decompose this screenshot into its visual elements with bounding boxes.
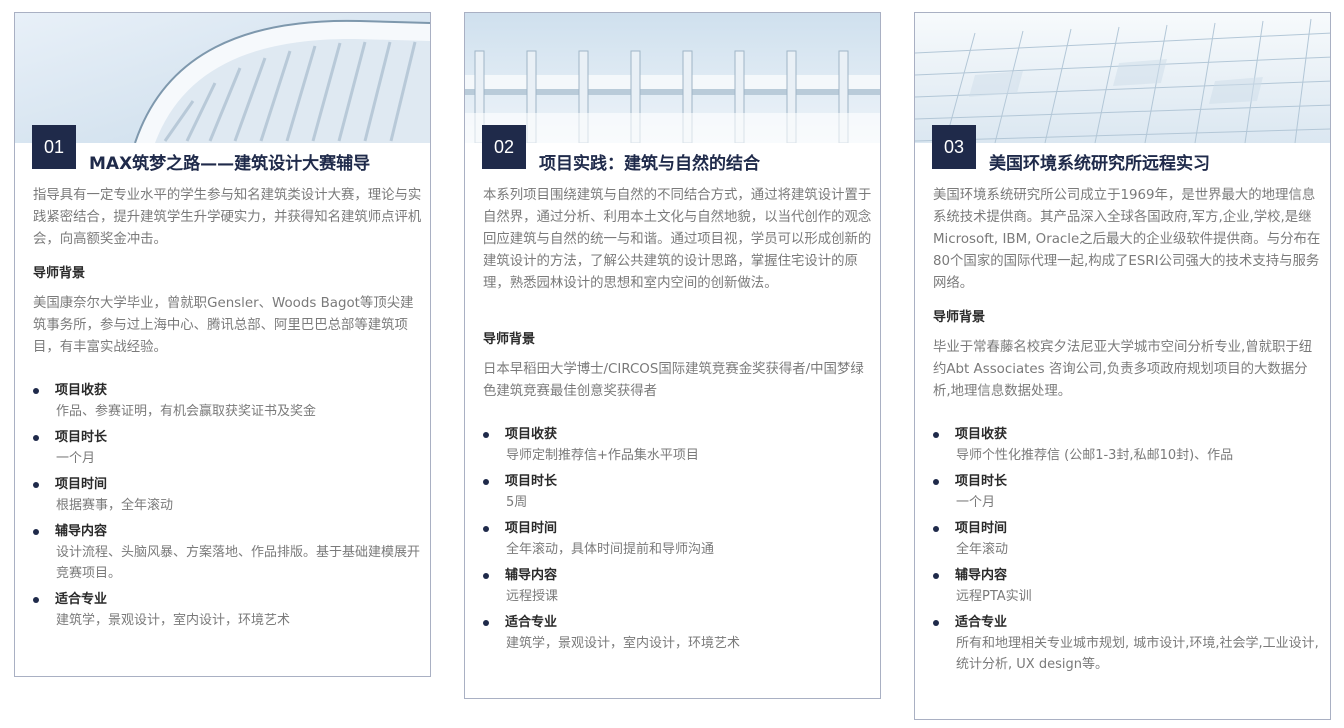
feature-item: 项目收获 导师定制推荐信+作品集水平项目 (483, 425, 874, 466)
feature-label: 项目时长 (483, 472, 874, 492)
feature-label: 适合专业 (33, 590, 424, 610)
feature-item: 项目时长 一个月 (933, 472, 1324, 513)
feature-list: 项目收获 导师个性化推荐信 (公邮1-3封,私邮10封)、作品 项目时长 一个月… (933, 425, 1324, 681)
card-description: 本系列项目围绕建筑与自然的不同结合方式，通过将建筑设计置于自然界，通过分析、利用… (483, 188, 872, 291)
feature-value: 一个月 (56, 451, 96, 466)
feature-item: 辅导内容 远程授课 (483, 566, 874, 607)
mentor-background-text: 毕业于常春藤名校宾夕法尼亚大学城市空间分析专业,曾就职于纽约Abt Associ… (933, 340, 1313, 399)
mentor-heading: 导师背景 (483, 332, 536, 347)
card-title: 项目实践：建筑与自然的结合 (539, 154, 760, 174)
feature-label: 项目时间 (483, 519, 874, 539)
feature-list: 项目收获 导师定制推荐信+作品集水平项目 项目时长 5周 项目时间 全年滚动，具… (483, 425, 874, 660)
card-number-badge: 01 (32, 125, 76, 169)
card-number-badge: 02 (482, 125, 526, 169)
feature-item: 项目时间 根据赛事，全年滚动 (33, 475, 424, 516)
card-image-curved-building (15, 13, 430, 143)
feature-item: 项目时长 一个月 (33, 428, 424, 469)
feature-value: 建筑学，景观设计，室内设计，环境艺术 (56, 613, 291, 628)
feature-item: 项目时长 5周 (483, 472, 874, 513)
feature-value: 导师定制推荐信+作品集水平项目 (506, 448, 699, 463)
program-card-3[interactable]: 03 美国环境系统研究所远程实习 美国环境系统研究所公司成立于1969年，是世界… (914, 12, 1331, 720)
feature-value: 导师个性化推荐信 (公邮1-3封,私邮10封)、作品 (956, 448, 1234, 463)
feature-value: 远程授课 (506, 589, 559, 604)
feature-value: 全年滚动，具体时间提前和导师沟通 (506, 542, 715, 557)
feature-item: 适合专业 所有和地理相关专业城市规划, 城市设计,环境,社会学,工业设计,统计分… (933, 613, 1324, 675)
feature-value: 所有和地理相关专业城市规划, 城市设计,环境,社会学,工业设计,统计分析, UX… (956, 636, 1319, 672)
card-title: MAX筑梦之路——建筑设计大赛辅导 (89, 154, 371, 174)
mentor-background-text: 美国康奈尔大学毕业，曾就职Gensler、Woods Bagot等顶尖建筑事务所… (33, 296, 414, 355)
feature-item: 适合专业 建筑学，景观设计，室内设计，环境艺术 (483, 613, 874, 654)
feature-label: 项目时长 (933, 472, 1324, 492)
card-description: 指导具有一定专业水平的学生参与知名建筑类设计大赛，理论与实践紧密结合，提升建筑学… (33, 188, 422, 247)
feature-label: 适合专业 (483, 613, 874, 633)
feature-list: 项目收获 作品、参赛证明，有机会赢取获奖证书及奖金 项目时长 一个月 项目时间 … (33, 381, 424, 637)
feature-item: 辅导内容 远程PTA实训 (933, 566, 1324, 607)
feature-item: 项目时间 全年滚动 (933, 519, 1324, 560)
feature-label: 辅导内容 (933, 566, 1324, 586)
mentor-heading: 导师背景 (933, 310, 986, 325)
program-card-1[interactable]: 01 MAX筑梦之路——建筑设计大赛辅导 指导具有一定专业水平的学生参与知名建筑… (14, 12, 431, 677)
feature-label: 项目时间 (33, 475, 424, 495)
mentor-background-text: 日本早稻田大学博士/CIRCOS国际建筑竞赛金奖获得者/中国梦绿色建筑竞赛最佳创… (483, 362, 864, 399)
feature-label: 适合专业 (933, 613, 1324, 633)
feature-label: 辅导内容 (483, 566, 874, 586)
feature-item: 项目收获 导师个性化推荐信 (公邮1-3封,私邮10封)、作品 (933, 425, 1324, 466)
feature-label: 项目时长 (33, 428, 424, 448)
feature-value: 全年滚动 (956, 542, 1009, 557)
feature-value: 建筑学，景观设计，室内设计，环境艺术 (506, 636, 741, 651)
feature-label: 项目收获 (483, 425, 874, 445)
feature-item: 辅导内容 设计流程、头脑风暴、方案落地、作品排版。基于基础建模展开竞赛项目。 (33, 522, 424, 584)
mentor-heading: 导师背景 (33, 266, 86, 281)
feature-item: 适合专业 建筑学，景观设计，室内设计，环境艺术 (33, 590, 424, 631)
feature-label: 项目时间 (933, 519, 1324, 539)
card-image-glass-grid (915, 13, 1330, 143)
feature-item: 项目时间 全年滚动，具体时间提前和导师沟通 (483, 519, 874, 560)
feature-item: 项目收获 作品、参赛证明，有机会赢取获奖证书及奖金 (33, 381, 424, 422)
feature-value: 作品、参赛证明，有机会赢取获奖证书及奖金 (56, 404, 317, 419)
program-card-2[interactable]: 02 项目实践：建筑与自然的结合 本系列项目围绕建筑与自然的不同结合方式，通过将… (464, 12, 881, 699)
feature-label: 辅导内容 (33, 522, 424, 542)
feature-value: 设计流程、头脑风暴、方案落地、作品排版。基于基础建模展开竞赛项目。 (56, 545, 421, 581)
card-image-facade-fins (465, 13, 880, 143)
feature-value: 一个月 (956, 495, 996, 510)
card-title: 美国环境系统研究所远程实习 (989, 154, 1210, 174)
feature-value: 5周 (506, 495, 528, 510)
card-description: 美国环境系统研究所公司成立于1969年，是世界最大的地理信息系统技术提供商。其产… (933, 188, 1321, 291)
feature-value: 远程PTA实训 (956, 589, 1032, 604)
feature-value: 根据赛事，全年滚动 (56, 498, 174, 513)
feature-label: 项目收获 (933, 425, 1324, 445)
card-number-badge: 03 (932, 125, 976, 169)
feature-label: 项目收获 (33, 381, 424, 401)
